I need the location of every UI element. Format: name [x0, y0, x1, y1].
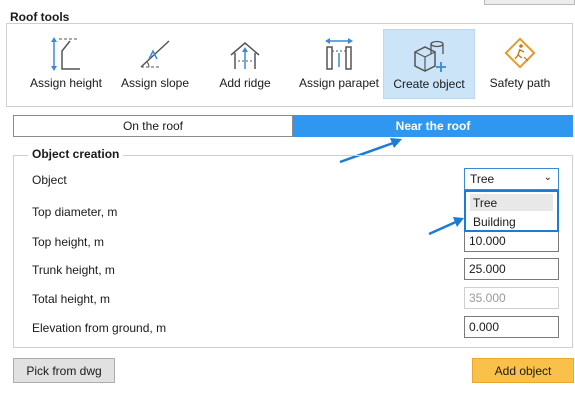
create-object-icon	[414, 40, 446, 72]
field-label: Elevation from ground, m	[32, 321, 167, 335]
assign-slope-icon	[140, 40, 170, 68]
field-label: Total height, m	[32, 292, 111, 306]
add-ridge-button[interactable]: Add ridge	[205, 29, 285, 99]
top-height-input[interactable]: 10.000	[464, 230, 559, 252]
elevation-input[interactable]: 0.000	[464, 316, 559, 338]
toolbar-edge	[484, 0, 575, 5]
tool-label: Assign height	[29, 76, 103, 90]
object-label: Object	[32, 173, 67, 187]
object-creation-title: Object creation	[28, 147, 124, 161]
roof-tools-group: Assign height Assign slope Add ridge Ass…	[6, 23, 573, 107]
add-ridge-icon	[230, 42, 260, 69]
assign-height-icon	[51, 37, 80, 71]
safety-path-button[interactable]: Safety path	[477, 29, 563, 99]
assign-parapet-button[interactable]: Assign parapet	[293, 29, 385, 99]
object-select-value: Tree	[470, 172, 495, 186]
tool-label: Create object	[393, 77, 465, 91]
create-object-button[interactable]: Create object	[383, 29, 475, 99]
annotation-arrow-icon	[428, 217, 464, 236]
safety-path-icon	[504, 37, 536, 69]
dropdown-option-tree[interactable]: Tree	[470, 194, 553, 211]
dropdown-option-building[interactable]: Building	[470, 213, 553, 230]
tool-label: Assign slope	[120, 76, 190, 90]
object-dropdown-list: Tree Building	[464, 190, 559, 232]
tab-on-the-roof[interactable]: On the roof	[13, 115, 293, 137]
object-select[interactable]: Tree ⌄	[464, 168, 559, 190]
assign-parapet-icon	[325, 38, 353, 70]
trunk-height-input[interactable]: 25.000	[464, 258, 559, 280]
field-label: Top height, m	[32, 235, 105, 249]
add-object-button[interactable]: Add object	[472, 358, 574, 383]
tool-label: Assign parapet	[298, 76, 380, 90]
field-label: Top diameter, m	[32, 205, 118, 219]
total-height-input: 35.000	[464, 287, 559, 309]
assign-slope-button[interactable]: Assign slope	[115, 29, 195, 99]
assign-height-button[interactable]: Assign height	[25, 29, 107, 99]
tool-label: Safety path	[489, 76, 551, 90]
field-label: Trunk height, m	[32, 263, 115, 277]
panel-title: Roof tools	[10, 10, 70, 24]
chevron-down-icon: ⌄	[543, 172, 552, 183]
tab-near-the-roof[interactable]: Near the roof	[293, 115, 573, 137]
pick-from-dwg-button[interactable]: Pick from dwg	[13, 358, 115, 383]
tool-label: Add ridge	[219, 76, 271, 90]
